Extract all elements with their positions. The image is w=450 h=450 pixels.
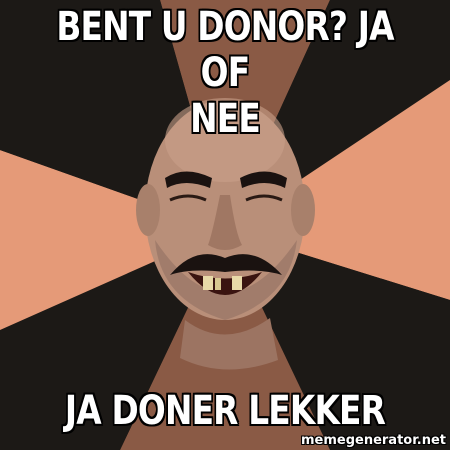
meme-image: BENT U DONOR? JA OF NEE JA DONER LEKKER …: [0, 0, 450, 450]
top-caption: BENT U DONOR? JA OF NEE: [41, 4, 410, 142]
top-caption-line-1: BENT U DONOR? JA OF: [56, 4, 394, 96]
bottom-caption: JA DONER LEKKER: [41, 388, 410, 434]
top-caption-line-2: NEE: [190, 96, 261, 142]
watermark: memegenerator.net: [300, 433, 446, 448]
bottom-caption-line: JA DONER LEKKER: [64, 388, 386, 434]
